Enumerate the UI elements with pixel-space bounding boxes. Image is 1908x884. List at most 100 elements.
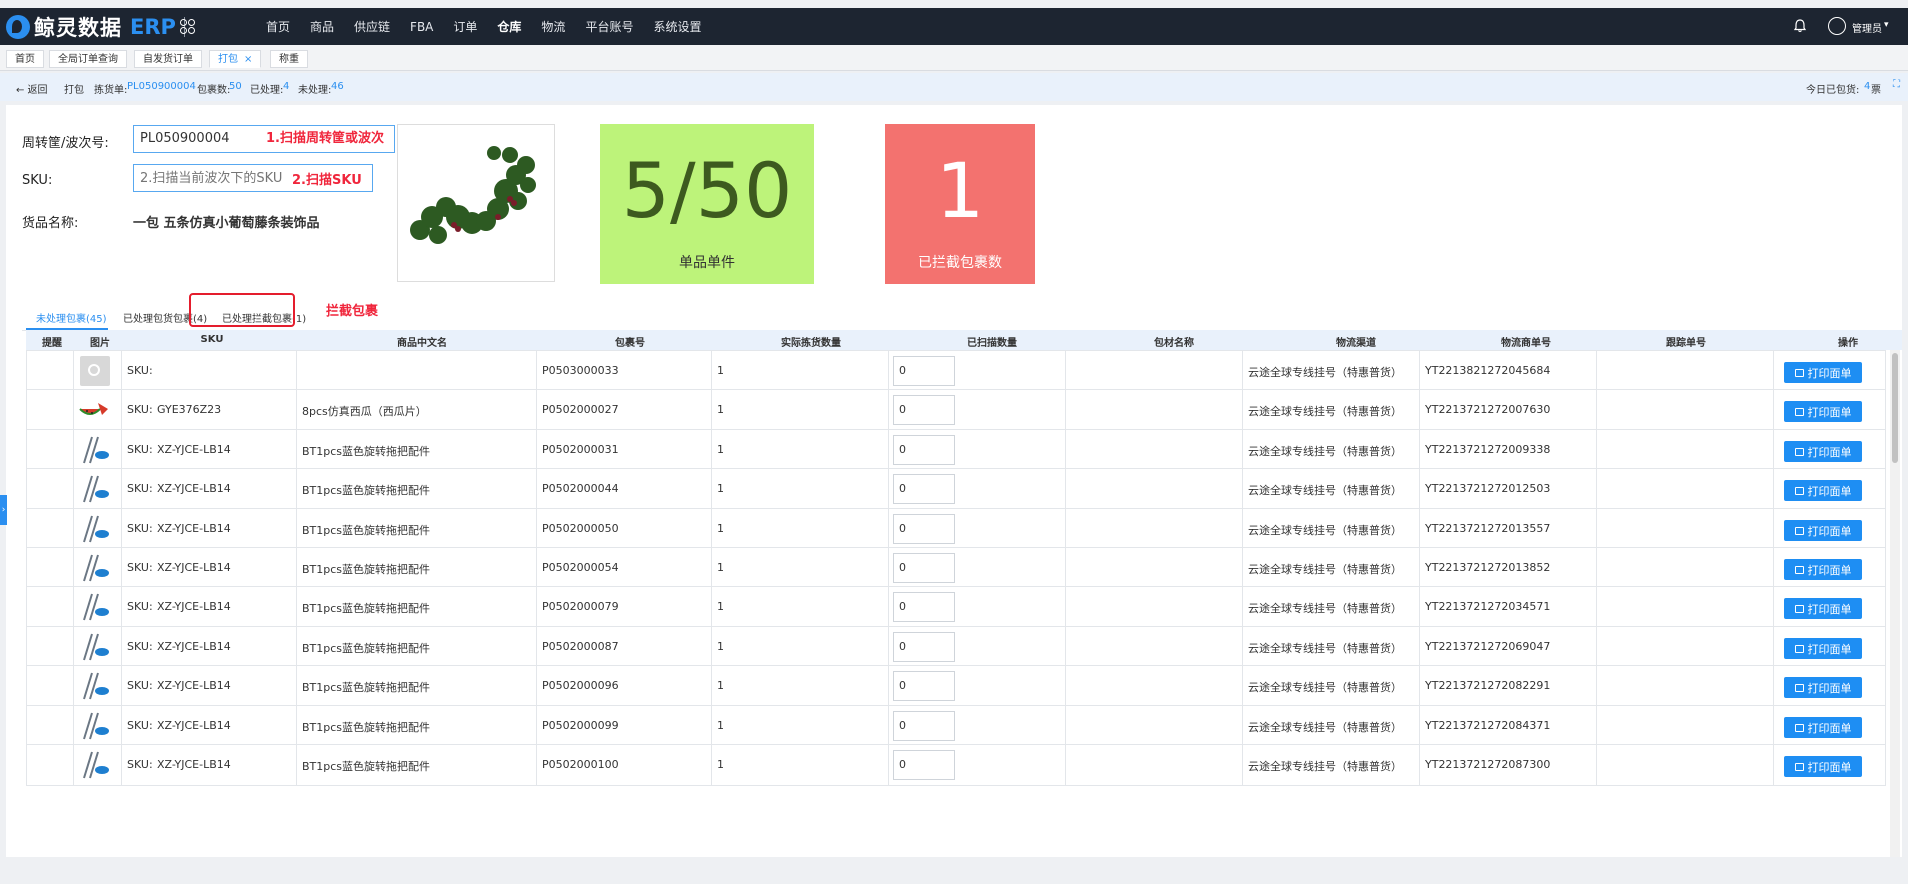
table-cell: 0 [889, 509, 1066, 549]
tab-item[interactable]: 打包 × [209, 50, 262, 68]
mop-thumbnail [78, 435, 110, 465]
nav-item[interactable]: 商品 [310, 18, 334, 35]
scrollbar-thumb[interactable] [1892, 353, 1898, 463]
chevron-down-icon[interactable]: ▾ [1884, 20, 1889, 30]
scanned-qty-input[interactable]: 0 [893, 592, 955, 622]
tab-unprocessed[interactable]: 未处理包裹(45) [36, 310, 107, 325]
scanned-qty-input[interactable]: 0 [893, 711, 955, 741]
table-cell [27, 587, 74, 627]
scanned-qty-input[interactable]: 0 [893, 356, 955, 386]
table-cell: 0 [889, 548, 1066, 588]
picked-qty: 1 [717, 679, 724, 692]
table-row: SKU: XZ-YJCE-LB14 BT1pcs蓝色旋转拖把配件 P050200007… [26, 586, 1886, 628]
table-cell: 1 [712, 390, 889, 430]
scanned-qty-input[interactable]: 0 [893, 514, 955, 544]
sku-link[interactable]: XZ-YJCE-LB14 [157, 640, 231, 653]
sku-link[interactable]: XZ-YJCE-LB14 [157, 719, 231, 732]
table-cell: SKU: XZ-YJCE-LB14 [122, 745, 297, 785]
pick-number[interactable]: PL050900004 [127, 81, 196, 92]
carrier-tracking-number: YT2213721272069047 [1425, 640, 1551, 653]
nav-item[interactable]: 平台账号 [585, 18, 633, 35]
close-icon[interactable]: × [244, 54, 252, 65]
scanned-qty-input[interactable]: 0 [893, 474, 955, 504]
print-label-button[interactable]: 打印面单 [1784, 598, 1862, 619]
printer-icon [1794, 447, 1804, 456]
scanned-qty-input[interactable]: 0 [893, 435, 955, 465]
sku-link[interactable]: XZ-YJCE-LB14 [157, 561, 231, 574]
logistics-channel: 云途全球专线挂号（特惠普货） [1248, 484, 1402, 497]
sku-link[interactable]: XZ-YJCE-LB14 [157, 758, 231, 771]
nav-item[interactable]: 系统设置 [653, 18, 701, 35]
table-cell: P0502000050 [537, 509, 712, 549]
sku-link[interactable]: XZ-YJCE-LB14 [157, 482, 231, 495]
nav-item[interactable]: 物流 [541, 18, 565, 35]
app-logo[interactable]: 鲸灵数据 ERP [6, 14, 185, 40]
table-cell: BT1pcs蓝色旋转拖把配件 [297, 627, 537, 667]
tab-item[interactable]: 首页 [6, 50, 44, 68]
product-name: BT1pcs蓝色旋转拖把配件 [302, 563, 431, 576]
mop-thumbnail [78, 553, 110, 583]
print-label-button[interactable]: 打印面单 [1784, 559, 1862, 580]
print-label-button[interactable]: 打印面单 [1784, 677, 1862, 698]
scanned-qty-input[interactable]: 0 [893, 671, 955, 701]
nav-item[interactable]: 供应链 [354, 18, 390, 35]
table-cell: SKU: XZ-YJCE-LB14 [122, 548, 297, 588]
tab-item[interactable]: 自发货订单 [134, 50, 202, 68]
table-cell: 1 [712, 509, 889, 549]
printer-icon [1794, 565, 1804, 574]
scanned-qty-input[interactable]: 0 [893, 553, 955, 583]
picked-qty: 1 [717, 482, 724, 495]
print-label-button[interactable]: 打印面单 [1784, 520, 1862, 541]
print-label-button[interactable]: 打印面单 [1784, 480, 1862, 501]
logistics-channel: 云途全球专线挂号（特惠普货） [1248, 721, 1402, 734]
apps-grid-icon[interactable] [180, 19, 195, 34]
carrier-tracking-number: YT2213721272013557 [1425, 522, 1551, 535]
table-cell [1597, 430, 1774, 470]
nav-item[interactable]: 仓库 [497, 18, 521, 35]
logistics-channel: 云途全球专线挂号（特惠普货） [1248, 563, 1402, 576]
print-label-button[interactable]: 打印面单 [1784, 717, 1862, 738]
bell-icon[interactable] [1793, 19, 1807, 33]
pick-label: 拣货单: [94, 85, 128, 96]
table-cell: 0 [889, 469, 1066, 509]
table-cell: BT1pcs蓝色旋转拖把配件 [297, 469, 537, 509]
column-header: 提醒 [42, 338, 62, 349]
tab-item[interactable]: 称重 [270, 50, 308, 68]
scanned-qty-input[interactable]: 0 [893, 395, 955, 425]
sku-link[interactable]: XZ-YJCE-LB14 [157, 679, 231, 692]
nav-item[interactable]: 订单 [453, 18, 477, 35]
product-name: BT1pcs蓝色旋转拖把配件 [302, 602, 431, 615]
tab-item[interactable]: 全局订单查询 [49, 50, 127, 68]
table-cell [1066, 666, 1243, 706]
print-label-button[interactable]: 打印面单 [1784, 638, 1862, 659]
table-scrollbar[interactable] [1890, 350, 1900, 857]
nav-item[interactable]: FBA [410, 20, 433, 34]
fullscreen-icon[interactable]: ⛶ [1893, 79, 1900, 90]
table-cell: SKU: XZ-YJCE-LB14 [122, 509, 297, 549]
whale-logo-icon [6, 15, 30, 39]
sku-link[interactable]: XZ-YJCE-LB14 [157, 600, 231, 613]
back-link[interactable]: ← 返回 [16, 81, 48, 96]
scan-counter-value: 5/50 [621, 146, 793, 235]
print-label-button[interactable]: 打印面单 [1784, 362, 1862, 383]
table-cell: 云途全球专线挂号（特惠普货） [1243, 627, 1420, 667]
table-cell [297, 351, 537, 391]
sku-link[interactable]: GYE376Z23 [157, 403, 221, 416]
print-label-button[interactable]: 打印面单 [1784, 441, 1862, 462]
user-avatar-icon[interactable] [1828, 17, 1846, 35]
print-label-button[interactable]: 打印面单 [1784, 401, 1862, 422]
scanned-qty-input[interactable]: 0 [893, 632, 955, 662]
sku-link[interactable]: XZ-YJCE-LB14 [157, 443, 231, 456]
carrier-tracking-number: YT2213721272012503 [1425, 482, 1551, 495]
goods-label: 货品名称: [22, 216, 79, 231]
scanned-qty-input[interactable]: 0 [893, 750, 955, 780]
print-label-button[interactable]: 打印面单 [1784, 756, 1862, 777]
user-name[interactable]: 管理员 [1852, 20, 1882, 35]
sku-link[interactable]: XZ-YJCE-LB14 [157, 522, 231, 535]
table-cell: YT2213821272045684 [1420, 351, 1597, 391]
table-cell: 云途全球专线挂号（特惠普货） [1243, 390, 1420, 430]
sidebar-expand-icon[interactable]: › [0, 495, 7, 525]
nav-item[interactable]: 首页 [266, 18, 290, 35]
table-cell: YT2213721272012503 [1420, 469, 1597, 509]
table-cell: BT1pcs蓝色旋转拖把配件 [297, 706, 537, 746]
